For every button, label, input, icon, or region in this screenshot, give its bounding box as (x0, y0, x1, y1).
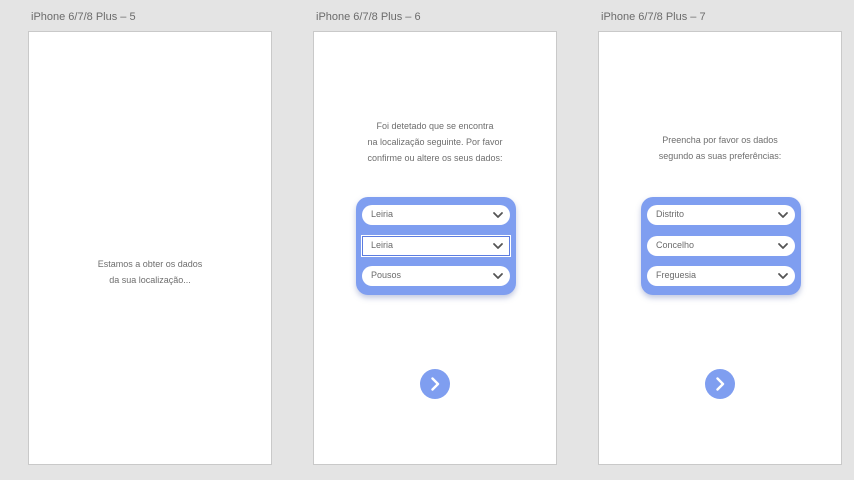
chevron-down-icon (493, 243, 503, 249)
chevron-down-icon (493, 212, 503, 218)
concelho-select-value: Leiria (371, 240, 394, 250)
concelho-select-placeholder: Concelho (656, 240, 695, 250)
artboard-title-7[interactable]: iPhone 6/7/8 Plus – 7 (601, 11, 706, 23)
distrito-select[interactable]: Leiria (362, 205, 510, 225)
location-card: Leiria Leiria Pousos (356, 197, 516, 295)
chevron-down-icon (493, 273, 503, 279)
chevron-right-icon (431, 377, 440, 391)
concelho-select[interactable]: Leiria (361, 235, 511, 257)
freguesia-select-placeholder: Freguesia (656, 270, 697, 280)
freguesia-select[interactable]: Freguesia (647, 266, 795, 286)
freguesia-select[interactable]: Pousos (362, 266, 510, 286)
artboard-iphone-6: Foi detetado que se encontra na localiza… (313, 31, 557, 465)
artboard-title-5[interactable]: iPhone 6/7/8 Plus – 5 (31, 11, 136, 23)
concelho-select[interactable]: Concelho (647, 236, 795, 256)
detected-location-message: Foi detetado que se encontra na localiza… (367, 121, 503, 163)
freguesia-select-value: Pousos (371, 270, 402, 280)
next-button[interactable] (420, 369, 450, 399)
artboard-iphone-7: Preencha por favor os dados segundo as s… (598, 31, 842, 465)
next-button[interactable] (705, 369, 735, 399)
chevron-down-icon (778, 273, 788, 279)
preferences-message: Preencha por favor os dados segundo as s… (658, 135, 782, 161)
location-card: Distrito Concelho Freguesia (641, 197, 801, 295)
distrito-select-value: Leiria (371, 209, 394, 219)
chevron-down-icon (778, 243, 788, 249)
loading-message: Estamos a obter os dados da sua localiza… (97, 259, 203, 285)
artboard-iphone-5: Estamos a obter os dados da sua localiza… (28, 31, 272, 465)
chevron-down-icon (778, 212, 788, 218)
artboard-title-6[interactable]: iPhone 6/7/8 Plus – 6 (316, 11, 421, 23)
chevron-right-icon (716, 377, 725, 391)
distrito-select[interactable]: Distrito (647, 205, 795, 225)
distrito-select-placeholder: Distrito (656, 209, 685, 219)
